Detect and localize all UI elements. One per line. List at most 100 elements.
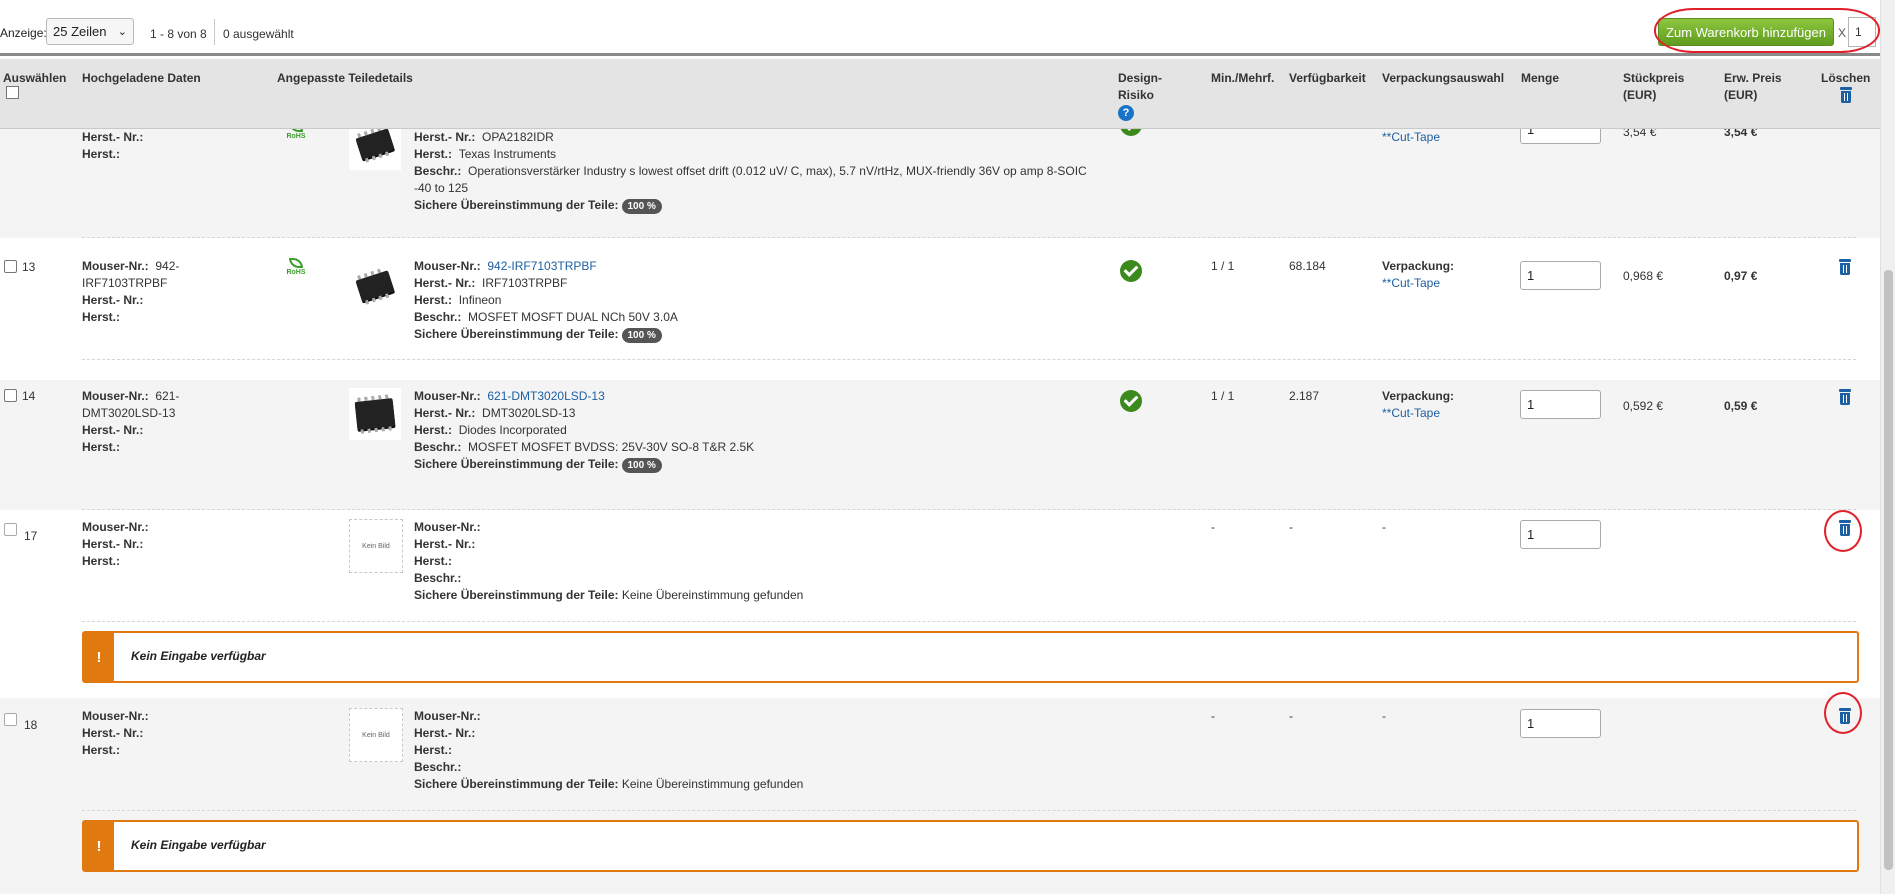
mfr-label: Herst.: — [82, 440, 121, 454]
scrollbar-thumb[interactable] — [1884, 270, 1893, 870]
row-checkbox[interactable] — [4, 260, 17, 273]
row-number: 13 — [22, 260, 36, 274]
delete-row-icon[interactable] — [1838, 708, 1852, 724]
match-badge: 100 % — [621, 199, 662, 214]
match-label: Sichere Übereinstimmung der Teile: — [414, 327, 619, 341]
display-label: Anzeige: — [0, 26, 47, 40]
quantity-input[interactable]: 1 — [1520, 520, 1601, 549]
packaging: - — [1382, 520, 1386, 534]
mfr-no-label: Herst.- Nr.: — [82, 423, 144, 437]
packaging: - — [1382, 709, 1386, 723]
delete-all-icon[interactable] — [1839, 87, 1853, 103]
mfr-value: Infineon — [458, 293, 502, 307]
warning-box: ! Kein Eingabe verfügbar — [82, 820, 1859, 872]
row-checkbox[interactable] — [4, 713, 17, 726]
delete-row-icon[interactable] — [1838, 259, 1852, 275]
add-to-cart-button[interactable]: Zum Warenkorb hinzufügen — [1658, 18, 1834, 46]
mouser-no-label: Mouser-Nr.: — [82, 520, 149, 534]
cart-quantity-input[interactable]: 1 — [1848, 17, 1876, 47]
match-value: Keine Übereinstimmung gefunden — [621, 777, 804, 791]
desc-label: Beschr.: — [414, 310, 462, 324]
ext-price: 0,59 € — [1724, 399, 1758, 413]
warning-message: Kein Eingabe verfügbar — [131, 649, 266, 663]
delete-row-icon[interactable] — [1838, 520, 1852, 536]
part-details: Herst.- Nr.: OPA2182IDR Herst.: Texas In… — [414, 129, 1087, 214]
availability: 68.184 — [1289, 259, 1326, 273]
table-row: 17 Mouser-Nr.: Herst.- Nr.: Herst.: Kein… — [0, 510, 1880, 698]
desc-label: Beschr.: — [414, 164, 462, 178]
row-number: 17 — [24, 529, 38, 543]
packaging-link[interactable]: **Cut-Tape — [1382, 129, 1440, 146]
mfr-label: Herst.: — [414, 293, 453, 307]
mouser-no-label: Mouser-Nr.: — [414, 520, 481, 534]
uploaded-mouser-no-cont: DMT3020LSD-13 — [82, 406, 176, 420]
mfr-no-value: OPA2182IDR — [482, 130, 554, 144]
mfr-no-label: Herst.- Nr.: — [414, 406, 476, 420]
uploaded-mouser-no: 942- — [155, 259, 180, 273]
match-value: Keine Übereinstimmung gefunden — [621, 588, 804, 602]
record-count: 1 - 8 von 8 — [150, 27, 207, 41]
packaging-link[interactable]: **Cut-Tape — [1382, 406, 1440, 420]
mfr-no-label: Herst.- Nr.: — [82, 537, 144, 551]
quantity-input[interactable]: 1 — [1520, 709, 1601, 738]
mouser-no-label: Mouser-Nr.: — [82, 709, 149, 723]
col-packaging: Verpackungsauswahl — [1382, 71, 1505, 85]
uploaded-details: Mouser-Nr.: 621- DMT3020LSD-13 Herst.- N… — [82, 388, 179, 456]
mfr-no-label: Herst.- Nr.: — [414, 276, 476, 290]
part-details: Mouser-Nr.: Herst.- Nr.: Herst.: Beschr.… — [414, 519, 803, 604]
mouser-part-link[interactable]: 942-IRF7103TRPBF — [487, 259, 596, 273]
selected-count: 0 ausgewählt — [223, 27, 294, 41]
match-label: Sichere Übereinstimmung der Teile: — [414, 777, 619, 791]
mfr-value: Texas Instruments — [458, 147, 557, 161]
mfr-no-label: Herst.- Nr.: — [82, 293, 144, 307]
desc-value: Operationsverstärker Industry s lowest o… — [468, 164, 1087, 178]
rohs-icon: RoHS — [282, 258, 310, 282]
no-image-placeholder: Kein Bild — [349, 519, 403, 573]
col-delete-label: Löschen — [1821, 71, 1871, 85]
col-uploaded: Hochgeladene Daten — [82, 71, 201, 85]
desc-label: Beschr.: — [414, 760, 462, 774]
rows-per-page-select[interactable]: 25 Zeilen ⌄ — [46, 18, 134, 45]
mouser-no-label: Mouser-Nr.: — [414, 259, 481, 273]
mfr-label: Herst.: — [414, 554, 453, 568]
mouser-no-label: Mouser-Nr.: — [414, 389, 481, 403]
row-number: 14 — [22, 389, 36, 403]
min-mult: 1 / 1 — [1211, 389, 1235, 403]
vertical-scrollbar[interactable] — [1880, 0, 1895, 894]
part-details: Mouser-Nr.: Herst.- Nr.: Herst.: Beschr.… — [414, 708, 803, 793]
mouser-no-label: Mouser-Nr.: — [414, 709, 481, 723]
chevron-down-icon: ⌄ — [117, 26, 127, 38]
select-all-checkbox[interactable] — [6, 86, 19, 99]
desc-label: Beschr.: — [414, 440, 462, 454]
uploaded-details: Mouser-Nr.: Herst.- Nr.: Herst.: — [82, 708, 149, 759]
min-mult: - — [1211, 520, 1215, 534]
quantity-input[interactable]: 1 — [1520, 390, 1601, 419]
match-badge: 100 % — [621, 458, 662, 473]
col-design-risk-line2: Risiko — [1118, 88, 1155, 102]
mouser-part-link[interactable]: 621-DMT3020LSD-13 — [487, 389, 604, 403]
warning-icon: ! — [84, 633, 114, 681]
packaging-link[interactable]: **Cut-Tape — [1382, 276, 1440, 290]
mfr-no-label: Herst.- Nr.: — [414, 726, 476, 740]
warning-icon: ! — [84, 822, 114, 870]
mfr-no-label: Herst.- Nr.: — [82, 130, 144, 144]
mfr-value: Diodes Incorporated — [458, 423, 567, 437]
warning-message: Kein Eingabe verfügbar — [131, 838, 266, 852]
availability: - — [1289, 520, 1293, 534]
mfr-label: Herst.: — [414, 147, 453, 161]
mfr-label: Herst.: — [414, 423, 453, 437]
mfr-no-label: Herst.- Nr.: — [414, 130, 476, 144]
mfr-label: Herst.: — [82, 310, 121, 324]
mouser-no-label: Mouser-Nr.: — [82, 389, 149, 403]
row-checkbox[interactable] — [4, 523, 17, 536]
delete-row-icon[interactable] — [1838, 389, 1852, 405]
quantity-input[interactable]: 1 — [1520, 261, 1601, 290]
col-design-risk: Design- Risiko ? — [1118, 70, 1162, 121]
match-label: Sichere Übereinstimmung der Teile: — [414, 457, 619, 471]
warning-box: ! Kein Eingabe verfügbar — [82, 631, 1859, 683]
row-checkbox[interactable] — [4, 389, 17, 402]
table-row: 14 Mouser-Nr.: 621- DMT3020LSD-13 Herst.… — [0, 380, 1880, 510]
match-badge: 100 % — [621, 328, 662, 343]
help-icon[interactable]: ? — [1118, 105, 1134, 121]
col-minmult: Min./Mehrf. — [1211, 71, 1275, 85]
